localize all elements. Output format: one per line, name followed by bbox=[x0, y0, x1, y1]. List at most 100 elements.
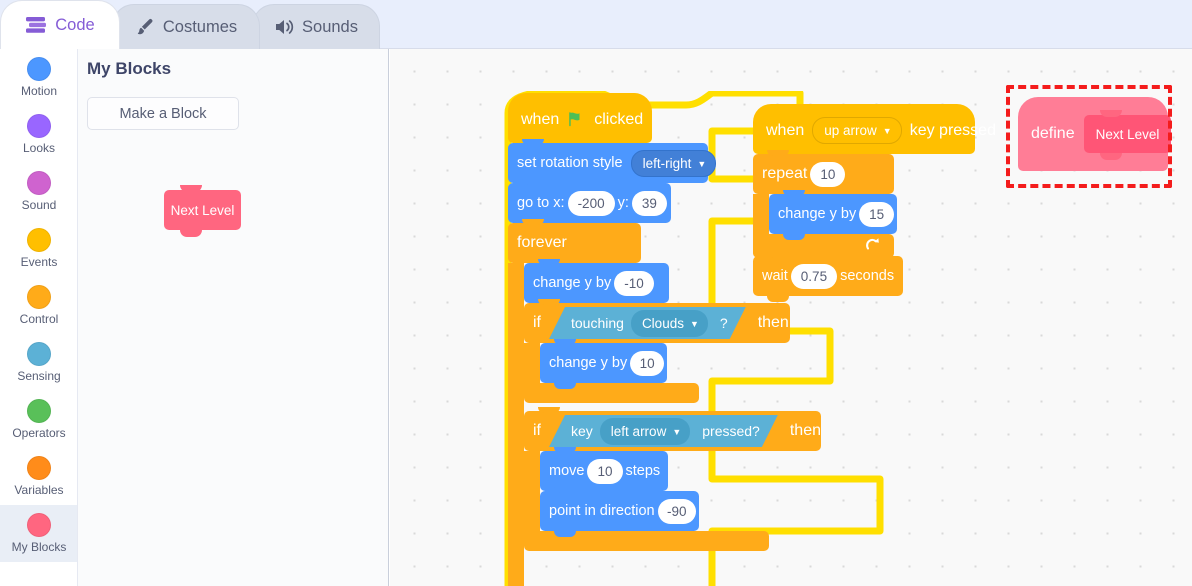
go-to-y-input[interactable]: 39 bbox=[631, 190, 667, 216]
go-to-x-input[interactable]: -200 bbox=[567, 190, 615, 216]
point-in-direction-input[interactable]: -90 bbox=[657, 498, 696, 524]
then-label-1: then bbox=[757, 314, 789, 331]
tab-costumes-label: Costumes bbox=[162, 17, 238, 36]
boolean-touching[interactable]: touching Clouds ▼ ? bbox=[549, 307, 746, 339]
block-go-to-xy[interactable]: go to x: -200 y: 39 bbox=[508, 179, 671, 229]
code-workspace-canvas[interactable]: when clicked set rotation style left-rig… bbox=[390, 49, 1192, 586]
wait-label: wait bbox=[762, 268, 788, 284]
my-blocks-color-dot bbox=[27, 513, 51, 537]
touching-inner: touching Clouds ▼ ? bbox=[555, 310, 740, 337]
touching-question-mark: ? bbox=[719, 315, 728, 331]
set-rotation-style-label: set rotation style bbox=[517, 155, 623, 171]
then-label-2: then bbox=[789, 422, 821, 439]
if-touching-header[interactable]: if touching Clouds ▼ ? then bbox=[524, 299, 790, 343]
tab-sounds-label: Sounds bbox=[302, 17, 358, 36]
category-looks-label: Looks bbox=[22, 141, 56, 155]
block-set-rotation-style[interactable]: set rotation style left-right ▼ bbox=[508, 139, 717, 189]
define-label: define bbox=[1031, 125, 1075, 142]
when-label: when bbox=[521, 110, 560, 128]
chevron-down-icon: ▼ bbox=[689, 318, 699, 329]
key-select-value: up arrow bbox=[824, 123, 877, 138]
category-events-label: Events bbox=[20, 255, 58, 269]
block-change-y-by-10[interactable]: change y by 10 bbox=[540, 339, 667, 389]
go-to-y-label: y: bbox=[617, 195, 629, 211]
forever-label: forever bbox=[517, 234, 567, 251]
control-color-dot bbox=[27, 285, 51, 309]
sound-color-dot bbox=[27, 171, 51, 195]
key-name-dropdown[interactable]: left arrow ▼ bbox=[600, 418, 690, 445]
forever-header[interactable]: forever bbox=[508, 219, 641, 263]
boolean-key-pressed[interactable]: key left arrow ▼ pressed? bbox=[549, 415, 778, 447]
repeat-count-input[interactable]: 10 bbox=[810, 161, 846, 187]
block-move-steps[interactable]: move 10 steps bbox=[540, 447, 668, 497]
chevron-down-icon: ▼ bbox=[697, 158, 707, 169]
rotation-style-dropdown[interactable]: left-right ▼ bbox=[630, 149, 717, 177]
forever-spine bbox=[508, 263, 524, 586]
category-variables[interactable]: Variables bbox=[0, 448, 77, 505]
change-y-input-3[interactable]: 15 bbox=[859, 201, 894, 227]
tab-code-label: Code bbox=[55, 15, 95, 34]
change-y-label-1: change y by bbox=[533, 275, 612, 291]
move-steps-input[interactable]: 10 bbox=[587, 458, 623, 484]
touching-target-dropdown[interactable]: Clouds ▼ bbox=[631, 310, 708, 337]
tab-costumes[interactable]: Costumes bbox=[112, 4, 260, 49]
pressed-label: pressed? bbox=[702, 423, 760, 439]
point-in-direction-label: point in direction bbox=[549, 503, 655, 519]
category-looks[interactable]: Looks bbox=[0, 106, 77, 163]
category-my-blocks[interactable]: My Blocks bbox=[0, 505, 77, 562]
category-events[interactable]: Events bbox=[0, 220, 77, 277]
events-color-dot bbox=[27, 228, 51, 252]
change-y-label-3: change y by bbox=[778, 206, 857, 222]
key-pressed-label: key pressed bbox=[909, 121, 996, 139]
tab-code[interactable]: Code bbox=[0, 0, 120, 49]
paintbrush-icon bbox=[135, 17, 155, 37]
touching-target-value: Clouds bbox=[641, 315, 684, 331]
loop-arrow-icon bbox=[864, 235, 884, 258]
looks-color-dot bbox=[27, 114, 51, 138]
chevron-down-icon: ▼ bbox=[882, 126, 892, 136]
if-key-header[interactable]: if key left arrow ▼ pressed? then bbox=[524, 407, 821, 451]
make-a-block-button[interactable]: Make a Block bbox=[87, 97, 239, 130]
block-change-y-by-15[interactable]: change y by 15 bbox=[769, 190, 897, 240]
change-y-input-2[interactable]: 10 bbox=[630, 350, 664, 376]
block-define-next-level[interactable]: define Next Level bbox=[1018, 97, 1172, 171]
key-label: key bbox=[571, 423, 593, 439]
sensing-color-dot bbox=[27, 342, 51, 366]
wait-seconds-input[interactable]: 0.75 bbox=[790, 263, 838, 289]
palette-section-title: My Blocks bbox=[87, 59, 172, 78]
category-sensing[interactable]: Sensing bbox=[0, 334, 77, 391]
block-change-y-by-neg10[interactable]: change y by -10 bbox=[524, 259, 669, 309]
block-palette: My Blocks Make a Block Next Level bbox=[78, 49, 389, 586]
operators-color-dot bbox=[27, 399, 51, 423]
if-label-1: if bbox=[533, 314, 541, 331]
editor-tab-bar: Sounds Costumes Code bbox=[0, 0, 1192, 49]
change-y-input-1[interactable]: -10 bbox=[614, 270, 654, 296]
seconds-label: seconds bbox=[840, 268, 895, 284]
category-motion[interactable]: Motion bbox=[0, 49, 77, 106]
define-proc-name: Next Level bbox=[1095, 126, 1160, 142]
block-category-sidebar: Motion Looks Sound Events Control Sensin… bbox=[0, 49, 78, 586]
category-operators-label: Operators bbox=[12, 426, 66, 440]
block-when-key-pressed[interactable]: when up arrow ▼ key pressed bbox=[753, 104, 996, 160]
define-proc-prototype[interactable]: Next Level bbox=[1083, 110, 1172, 160]
palette-custom-block-next-level[interactable]: Next Level bbox=[164, 185, 241, 237]
repeat-label: repeat bbox=[762, 165, 808, 182]
category-operators[interactable]: Operators bbox=[0, 391, 77, 448]
repeat-header[interactable]: repeat 10 bbox=[753, 150, 894, 194]
clicked-label: clicked bbox=[594, 110, 644, 128]
green-flag-icon bbox=[567, 110, 586, 129]
tab-sounds[interactable]: Sounds bbox=[252, 4, 380, 49]
category-variables-label: Variables bbox=[14, 483, 64, 497]
chevron-down-icon: ▼ bbox=[672, 426, 682, 437]
if-touching-spine bbox=[524, 343, 540, 383]
key-select-dropdown[interactable]: up arrow ▼ bbox=[812, 117, 902, 144]
block-wait-seconds[interactable]: wait 0.75 seconds bbox=[753, 252, 903, 302]
when-key-label: when bbox=[766, 121, 805, 139]
key-name-value: left arrow bbox=[610, 423, 667, 439]
category-control-label: Control bbox=[19, 312, 59, 326]
variables-color-dot bbox=[27, 456, 51, 480]
category-sound[interactable]: Sound bbox=[0, 163, 77, 220]
block-point-in-direction[interactable]: point in direction -90 bbox=[540, 487, 699, 537]
block-when-flag-clicked[interactable]: when clicked bbox=[508, 93, 652, 149]
category-control[interactable]: Control bbox=[0, 277, 77, 334]
